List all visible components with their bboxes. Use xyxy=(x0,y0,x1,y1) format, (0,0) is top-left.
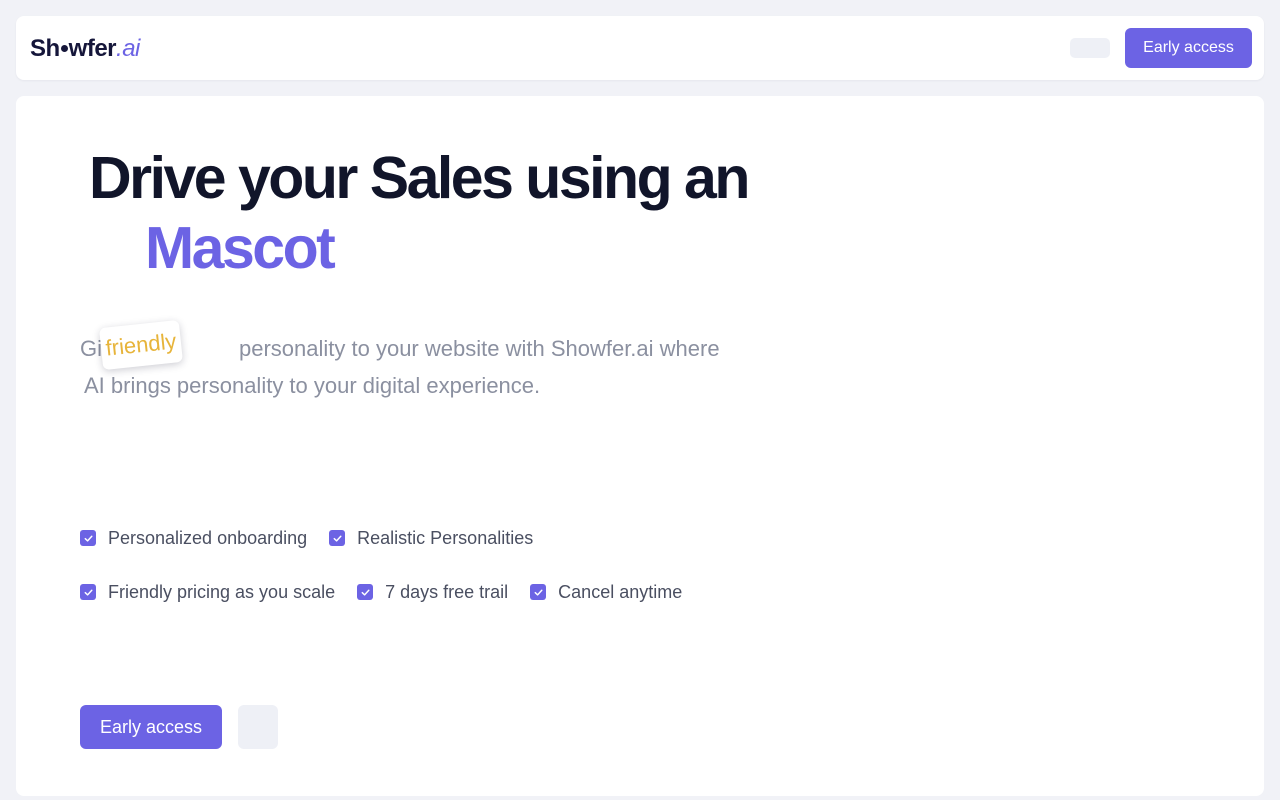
feature-row: Friendly pricing as you scale 7 days fre… xyxy=(80,578,704,606)
hero-placeholder-button[interactable] xyxy=(238,705,278,749)
hero-title-highlight: Mascot xyxy=(145,215,336,281)
check-icon xyxy=(530,584,547,600)
top-navbar: Sh wfer.ai Early access xyxy=(16,16,1264,80)
check-icon xyxy=(80,530,96,546)
feature-item: 7 days free trail xyxy=(357,582,508,603)
hero-early-access-button[interactable]: Early access xyxy=(80,705,222,749)
nav-placeholder-button[interactable] xyxy=(1070,38,1110,58)
check-icon xyxy=(357,584,374,600)
feature-item: Cancel anytime xyxy=(530,582,682,603)
check-icon xyxy=(80,584,96,600)
feature-item: Personalized onboarding xyxy=(80,528,307,549)
friendly-sticker: friendly xyxy=(99,319,183,371)
hero-section: Drive your Sales using an Mascot Gi perso… xyxy=(16,96,1264,796)
nav-early-access-button[interactable]: Early access xyxy=(1125,28,1252,68)
showfer-logo[interactable]: Sh wfer.ai xyxy=(30,36,140,62)
logo-dot-icon xyxy=(60,45,68,53)
feature-item: Friendly pricing as you scale xyxy=(80,582,335,603)
hero-title: Drive your Sales using an xyxy=(89,145,750,211)
feature-list: Personalized onboarding Realistic Person… xyxy=(80,524,704,632)
feature-row: Personalized onboarding Realistic Person… xyxy=(80,524,704,552)
feature-item: Realistic Personalities xyxy=(329,528,533,549)
check-icon xyxy=(329,530,346,546)
